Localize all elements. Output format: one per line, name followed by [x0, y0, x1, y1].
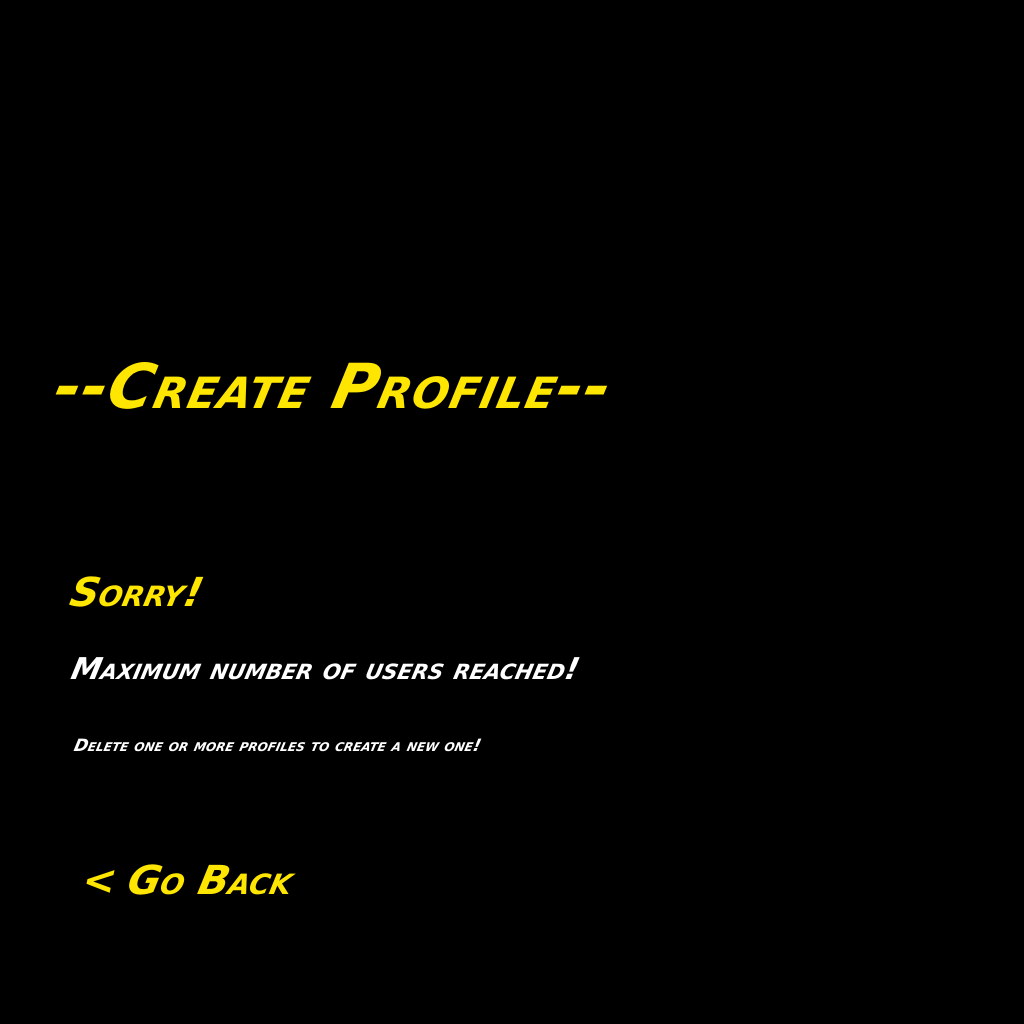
max-users-message: Maximum number of users reached!: [68, 652, 583, 687]
go-back-label: Go Back: [123, 858, 298, 904]
go-back-button[interactable]: < Go Back: [78, 858, 297, 904]
chevron-left-icon: <: [78, 858, 122, 904]
sorry-heading: Sorry!: [66, 570, 208, 616]
page-title: --Create Profile--: [48, 350, 620, 423]
create-profile-screen: --Create Profile-- Sorry! Maximum number…: [0, 0, 1024, 1024]
delete-profile-hint: Delete one or more profiles to create a …: [72, 736, 484, 756]
